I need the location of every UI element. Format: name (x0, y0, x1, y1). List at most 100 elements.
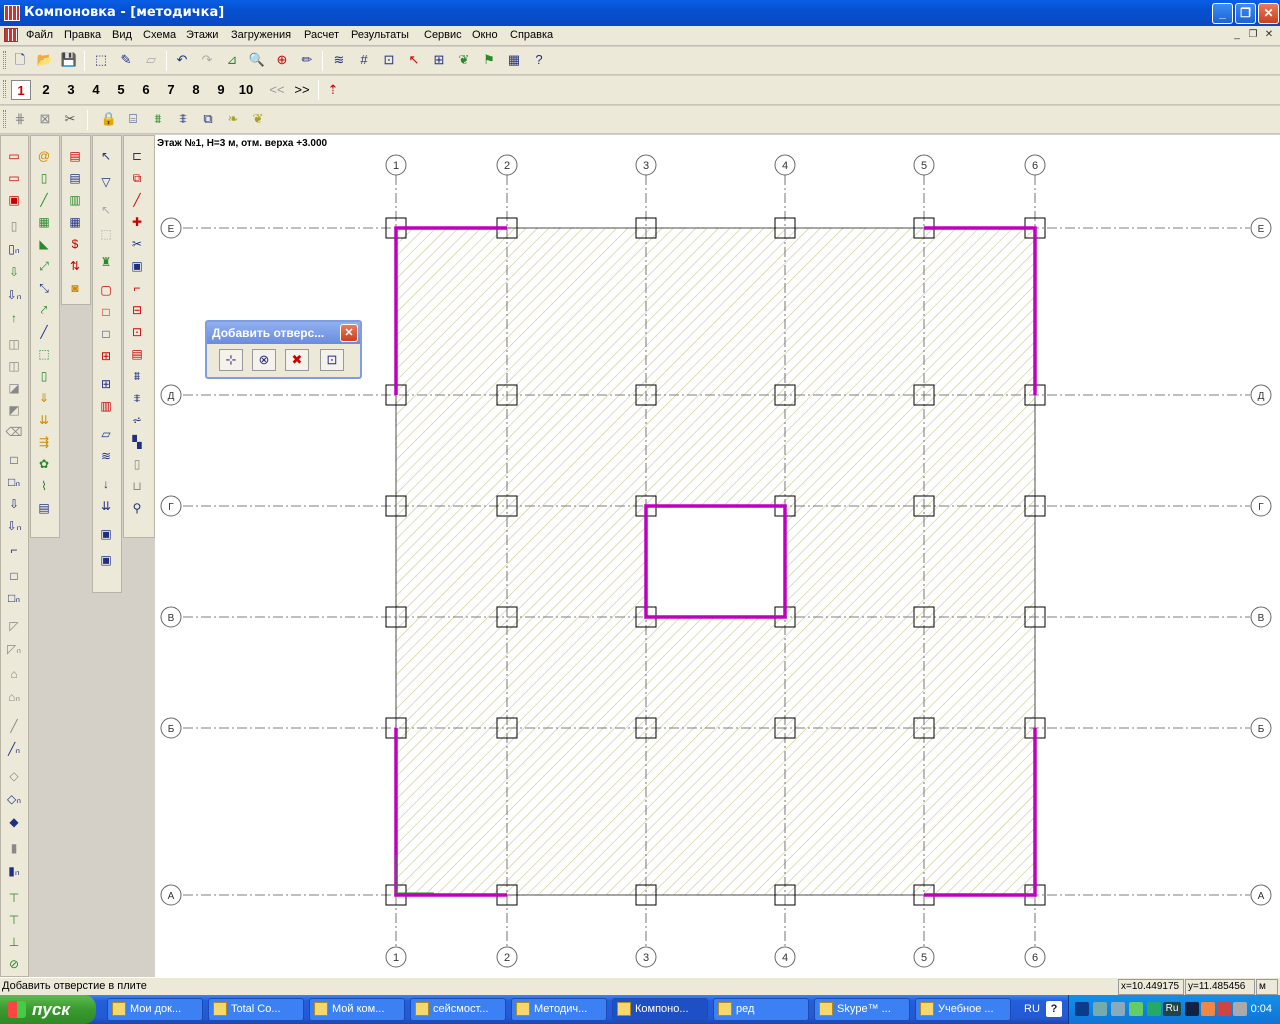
media-icon[interactable] (1185, 1002, 1199, 1016)
merge-icon[interactable]: ⊡ (126, 322, 148, 342)
leaf-icon[interactable]: ❦ (453, 49, 475, 71)
drawing-canvas[interactable]: 1 1 2 2 3 3 4 4 5 5 6 6 Е Е Д Д Г Г В В Б Б А А Этаж №1, H=3 м,… (155, 135, 1280, 977)
load-icon[interactable]: @ (33, 146, 55, 166)
load-slab-icon[interactable]: ◣ (33, 234, 55, 254)
roof-n-icon[interactable]: ⌂ₙ (3, 687, 25, 707)
load-cube-icon[interactable]: ⬚ (33, 344, 55, 364)
maximize-button[interactable]: ❐ (1235, 3, 1256, 24)
line-icon[interactable]: ╱ (3, 716, 25, 736)
opening-n-icon[interactable]: □ₙ (3, 588, 25, 608)
zoom-icon[interactable]: 🔍 (246, 49, 268, 71)
context-help-icon[interactable]: ? (528, 49, 550, 71)
arrow-down-icon[interactable]: ↓ (95, 474, 117, 494)
slab-icon[interactable]: □ (3, 450, 25, 470)
next-floor-button[interactable]: >> (290, 80, 314, 100)
bars-icon[interactable]: ▥ (95, 396, 117, 416)
toolbar-grip[interactable] (3, 51, 6, 69)
load-area-icon[interactable]: ▦ (33, 212, 55, 232)
load-beam-icon[interactable]: ⤢ (33, 256, 55, 276)
task-button[interactable]: ред (713, 998, 809, 1021)
support-edit-icon[interactable]: ⊥ (3, 932, 25, 952)
support-remove-icon[interactable]: ⊘ (3, 954, 25, 974)
menu-service[interactable]: Сервис (424, 29, 462, 41)
erase-icon[interactable]: ▱ (140, 49, 162, 71)
pencil-icon[interactable]: ✏ (296, 49, 318, 71)
task-button[interactable]: Skype™ ... (814, 998, 910, 1021)
column-down-icon[interactable]: ⇩ (3, 262, 25, 282)
load-dist-icon[interactable]: ⇊ (33, 410, 55, 430)
floor-tab-7[interactable]: 7 (161, 80, 181, 100)
skype-tray-icon[interactable] (1147, 1002, 1161, 1016)
column-up-icon[interactable]: ↑ (3, 308, 25, 328)
support-n-icon[interactable]: ⊤ (3, 910, 25, 930)
app-icon[interactable] (4, 5, 20, 21)
shield-icon[interactable] (1129, 1002, 1143, 1016)
window-grid-icon[interactable]: ⊞ (95, 374, 117, 394)
rect-icon[interactable]: □ (95, 324, 117, 344)
plate-icon[interactable]: ▱ (95, 424, 117, 444)
column-icon[interactable]: ▯ (3, 216, 25, 236)
language-indicator[interactable]: RU (1024, 1003, 1040, 1015)
box-arrow-icon[interactable]: ▤ (126, 344, 148, 364)
edit-stairs-icon[interactable]: ⩨ (172, 108, 194, 130)
table-icon[interactable]: ▦ (503, 49, 525, 71)
slab-down-icon[interactable]: ⇩ (3, 494, 25, 514)
task-button[interactable]: Мой ком... (309, 998, 405, 1021)
grid-lines-icon[interactable]: ⊠ (34, 108, 56, 130)
double-box-edit-icon[interactable]: ▣ (95, 550, 117, 570)
eraser-icon[interactable]: ⌫ (3, 422, 25, 442)
line-n-icon[interactable]: ╱ₙ (3, 739, 25, 759)
prev-floor-button[interactable]: << (265, 80, 289, 100)
firefox-icon[interactable] (1201, 1002, 1215, 1016)
bottle-icon[interactable]: ♜ (95, 252, 117, 272)
floor-tab-5[interactable]: 5 (111, 80, 131, 100)
load-snow-icon[interactable]: ⌇ (33, 476, 55, 496)
move-icon[interactable]: ⊞ (428, 49, 450, 71)
select-icon[interactable]: ↖ (403, 49, 425, 71)
plates-icon[interactable]: ≋ (95, 446, 117, 466)
floor-plan[interactable]: 1 1 2 2 3 3 4 4 5 5 6 6 Е Е Д Д Г Г В В Б Б А А (155, 135, 1280, 977)
mdi-minimize-button[interactable]: _ (1230, 29, 1244, 42)
beam-n-icon[interactable]: ◫ (3, 356, 25, 376)
menu-view[interactable]: Вид (112, 29, 132, 41)
menu-window[interactable]: Окно (472, 29, 498, 41)
undo-icon[interactable]: ↶ (171, 49, 193, 71)
zoom-in-icon[interactable]: ⊕ (271, 49, 293, 71)
stairs-icon[interactable]: ⩩ (147, 108, 169, 130)
antivirus-icon[interactable] (1217, 1002, 1231, 1016)
task-button[interactable]: Total Co... (208, 998, 304, 1021)
load-column-icon[interactable]: ▯ (33, 168, 55, 188)
list-view-icon[interactable]: ▦ (64, 212, 86, 232)
copy-stairs-icon[interactable]: ⧉ (197, 108, 219, 130)
volume-icon[interactable] (1233, 1002, 1247, 1016)
load-wall-icon[interactable]: ╱ (33, 322, 55, 342)
floor-tab-2[interactable]: 2 (36, 80, 56, 100)
draw-icon[interactable]: ✎ (115, 49, 137, 71)
open-folder-icon[interactable]: 📂 (34, 49, 56, 71)
help-icon[interactable]: ? (1046, 1001, 1062, 1017)
load-multi-icon[interactable]: ⇶ (33, 432, 55, 452)
menu-help[interactable]: Справка (510, 29, 553, 41)
floor-tab-4[interactable]: 4 (86, 80, 106, 100)
menu-edit[interactable]: Правка (64, 29, 101, 41)
load-stair-icon[interactable]: ⤡ (33, 278, 55, 298)
pile-icon[interactable]: ▮ (3, 838, 25, 858)
document-icon[interactable] (4, 28, 18, 42)
column-down-n-icon[interactable]: ⇩ₙ (3, 285, 25, 305)
task-button[interactable]: Учебное ... (915, 998, 1011, 1021)
menu-calc[interactable]: Расчет (304, 29, 339, 41)
blocks-icon[interactable]: ▚ (126, 432, 148, 452)
lock-icon[interactable]: 🔒 (98, 108, 120, 130)
floor-tab-1[interactable]: 1 (11, 80, 31, 100)
load-point-icon[interactable]: ▯ (33, 366, 55, 386)
ramp-icon[interactable]: ◸ (3, 616, 25, 636)
floor-tab-3[interactable]: 3 (61, 80, 81, 100)
toolbar-grip[interactable] (3, 80, 6, 98)
slab-down-n-icon[interactable]: ⇩ₙ (3, 516, 25, 536)
load-table-icon[interactable]: ▤ (33, 498, 55, 518)
task-button[interactable]: Методич... (511, 998, 607, 1021)
cube-n-icon[interactable]: ◇ₙ (3, 789, 25, 809)
filter-icon[interactable]: ▽ (95, 172, 117, 192)
monitor-icon[interactable] (1111, 1002, 1125, 1016)
save-icon[interactable]: 💾 (58, 49, 80, 71)
